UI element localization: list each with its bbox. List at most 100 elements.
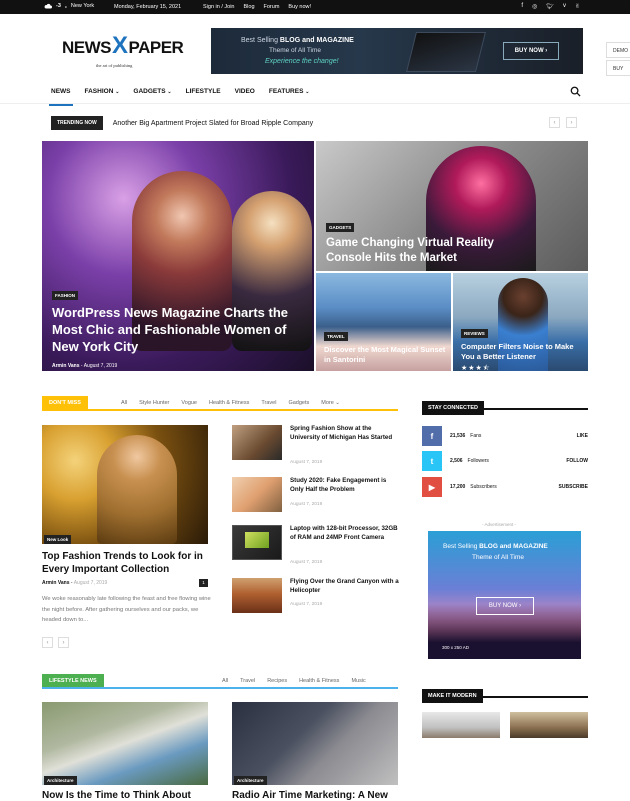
twitter-icon[interactable]: 🐦︎ [546,3,554,10]
list-item-title[interactable]: Flying Over the Grand Canyon with a Heli… [290,578,400,595]
lifestyle-header: LIFESTYLE NEWS All Travel Recipes Health… [42,674,398,689]
youtube-row[interactable]: ▶ 17,200 Subscribers SUBSCRIBE [422,476,588,498]
dont-miss-prev-button[interactable]: ‹ [42,637,53,648]
list-item-title[interactable]: Spring Fashion Show at the University of… [290,425,400,442]
hero-main-title[interactable]: WordPress News Magazine Charts the Most … [52,304,292,355]
twitter-count: 2,506 [450,458,463,464]
filter-health-fitness[interactable]: Health & Fitness [209,400,249,406]
list-item-thumb[interactable] [232,425,282,460]
nav-video[interactable]: VIDEO [228,88,262,104]
facebook-icon[interactable]: f [521,3,523,10]
twitter-follow-button[interactable]: FOLLOW [566,458,588,464]
make-it-modern-header: MAKE IT MODERN [422,684,588,703]
lifestyle-card-title[interactable]: Now Is the Time to Think About [42,790,191,801]
signin-link[interactable]: Sign in / Join [203,4,235,10]
ad-buy-button[interactable]: BUY NOW › [476,597,534,615]
list-item-thumb[interactable] [232,525,282,560]
nav-news[interactable]: NEWS [44,88,78,106]
hero-bottom-left-title[interactable]: Discover the Most Magical Sunset in Sant… [324,345,446,365]
list-item-title[interactable]: Study 2020: Fake Engagement is Only Half… [290,477,400,494]
hero-top-right-title[interactable]: Game Changing Virtual Reality Console Hi… [326,236,526,266]
comment-count-badge[interactable]: 1 [199,579,208,587]
trending-prev-button[interactable]: ‹ [549,117,560,128]
vimeo-icon[interactable]: v [563,3,566,10]
hero-bottom-right-tile[interactable]: REVIEWS Computer Filters Noise to Make Y… [453,273,588,371]
filter-style-hunter[interactable]: Style Hunter [139,400,169,406]
hero-main-tag[interactable]: FASHION [52,291,79,300]
dont-miss-main-title[interactable]: Top Fashion Trends to Look for in Every … [42,550,212,576]
modern-thumb[interactable] [510,712,588,738]
instagram-icon[interactable]: ◎ [532,3,537,10]
weather-city: New York [70,3,95,9]
filter-more[interactable]: More ⌄ [321,400,340,406]
nav-gadgets[interactable]: GADGETS ⌄ [126,88,178,104]
hero-bottom-left-tile[interactable]: TRAVEL Discover the Most Magical Sunset … [316,273,451,371]
banner-buy-button[interactable]: BUY NOW › [503,42,559,60]
dont-miss-label: DON'T MISS [42,396,88,409]
facebook-row[interactable]: f 21,536 Fans LIKE [422,425,588,447]
filter-travel[interactable]: Travel [240,678,255,684]
filter-vogue[interactable]: Vogue [181,400,197,406]
hero-bottom-right-title[interactable]: Computer Filters Noise to Make You a Bet… [461,342,586,362]
hero-main-tile[interactable]: FASHION WordPress News Magazine Charts t… [42,141,314,371]
site-logo[interactable]: NEWS X PAPER [62,33,184,58]
nav-fashion[interactable]: FASHION ⌄ [78,88,127,104]
list-item-thumb[interactable] [232,477,282,512]
filter-travel[interactable]: Travel [261,400,276,406]
twitter-row[interactable]: t 2,506 Followers FOLLOW [422,450,588,472]
lifestyle-card-image[interactable]: Architecture [232,702,398,785]
lifestyle-card-title[interactable]: Radio Air Time Marketing: A New [232,790,388,801]
search-icon[interactable] [570,86,581,97]
top-date: Monday, February 15, 2021 [114,4,182,10]
buy-now-link[interactable]: Buy now! [288,4,311,10]
dont-miss-next-button[interactable]: › [58,637,69,648]
filter-music[interactable]: Music [351,678,365,684]
dont-miss-main-author[interactable]: Armin Vans [42,580,70,586]
lifestyle-card-image[interactable]: Architecture [42,702,208,785]
lifestyle-label: LIFESTYLE NEWS [42,674,104,687]
lifestyle-card-tag[interactable]: Architecture [234,776,267,785]
hero-bottom-right-tag[interactable]: REVIEWS [461,329,488,338]
dont-miss-main-tag[interactable]: New Look [44,535,72,544]
hero-bottom-left-tag[interactable]: TRAVEL [324,332,348,341]
hero-main-date: August 7, 2019 [83,363,118,369]
trending-headline[interactable]: Another Big Apartment Project Slated for… [113,120,313,127]
filter-all[interactable]: All [222,678,228,684]
facebook-label: Fans [470,433,482,439]
dash-separator: - [80,363,83,369]
chevron-right-icon: › [570,119,573,126]
forum-link[interactable]: Forum [264,4,280,10]
trending-next-button[interactable]: › [566,117,577,128]
banner-device-image [406,32,486,72]
vk-icon[interactable]: ✌︎ [575,3,580,10]
top-bar: -3 c New York Monday, February 15, 2021 … [0,0,630,14]
filter-gadgets[interactable]: Gadgets [288,400,309,406]
trending-bar: TRENDING NOW Another Big Apartment Proje… [51,116,313,130]
demos-side-button[interactable]: DEMO [606,42,630,58]
nav-lifestyle[interactable]: LIFESTYLE [179,88,228,104]
youtube-count: 17,200 [450,484,466,490]
facebook-like-button[interactable]: LIKE [577,433,588,439]
main-nav: NEWS FASHION ⌄ GADGETS ⌄ LIFESTYLE VIDEO… [0,80,630,106]
nav-features[interactable]: FEATURES ⌄ [262,88,317,104]
filter-recipes[interactable]: Recipes [267,678,287,684]
hero-top-right-tile[interactable]: GADGETS Game Changing Virtual Reality Co… [316,141,588,271]
sidebar-ad[interactable]: Best Selling BLOG and MAGAZINE Theme of … [428,531,581,659]
youtube-subscribe-button[interactable]: SUBSCRIBE [559,484,588,490]
list-item-date: August 7, 2019 [290,560,323,565]
hero-main-author[interactable]: Armin Vans [52,363,80,369]
hero-top-right-tag[interactable]: GADGETS [326,223,355,232]
list-item-thumb[interactable] [232,578,282,613]
buy-side-button[interactable]: BUY [606,60,630,76]
header-banner-ad[interactable]: Best Selling BLOG and MAGAZINE Theme of … [211,28,583,74]
banner-line2: Theme of All Time [269,47,322,54]
filter-health-fitness[interactable]: Health & Fitness [299,678,339,684]
modern-thumb[interactable] [422,712,500,738]
filter-all[interactable]: All [121,400,127,406]
dont-miss-main-image[interactable]: New Look [42,425,208,544]
chevron-left-icon: ‹ [46,639,49,646]
list-item-title[interactable]: Laptop with 128-bit Processor, 32GB of R… [290,525,400,542]
lifestyle-card-tag[interactable]: Architecture [44,776,77,785]
blog-link[interactable]: Blog [244,4,255,10]
gold-dress-figure [97,435,177,544]
